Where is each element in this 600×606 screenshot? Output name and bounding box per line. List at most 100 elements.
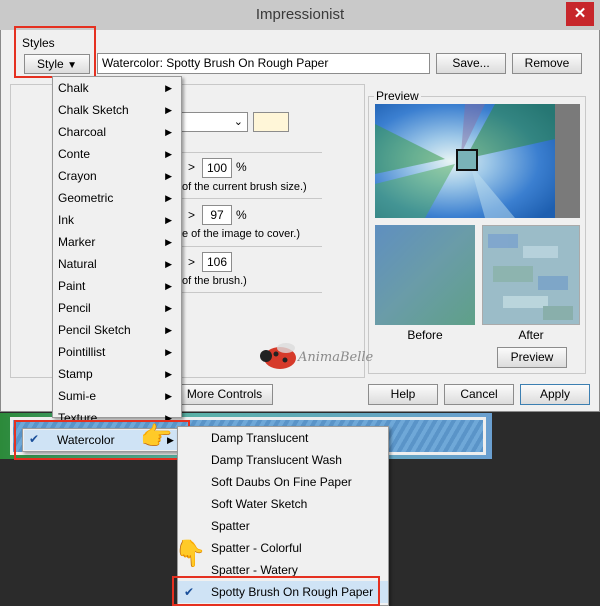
brush-size-input[interactable]: 100 [202,158,232,178]
style-menu-item[interactable]: Pencil Sketch ▶ [53,319,181,341]
style-menu-item[interactable]: Charcoal ▶ [53,121,181,143]
increment-arrow[interactable]: > [188,208,195,222]
submenu-arrow-icon: ▶ [165,83,172,93]
style-menu-item-label: Pointillist [58,345,106,359]
increment-arrow[interactable]: > [188,160,195,174]
option-dropdown[interactable]: ⌄ [180,112,248,132]
after-thumbnail [482,225,580,325]
apply-button[interactable]: Apply [520,384,590,405]
unit-label: % [236,160,247,174]
style-menu-item[interactable]: Sumi-e ▶ [53,385,181,407]
style-menu-item[interactable]: Stamp ▶ [53,363,181,385]
submenu-arrow-icon: ▶ [165,325,172,335]
style-menu-item[interactable]: Paint ▶ [53,275,181,297]
submenu-arrow-icon: ▶ [165,281,172,291]
style-menu-item-label: Paint [58,279,86,293]
increment-arrow[interactable]: > [188,255,195,269]
chevron-down-icon: ⌄ [233,116,243,128]
remove-button[interactable]: Remove [512,53,582,74]
dialog-title: Impressionist [255,6,345,23]
style-menu: Chalk ▶ Chalk Sketch ▶ Charcoal ▶ Conte ▶ Crayon… [52,76,182,425]
color-swatch[interactable] [253,112,289,132]
submenu-arrow-icon: ▶ [165,171,172,181]
hint-text: of the brush.) [182,275,247,287]
style-menu-item-label: Pencil Sketch [58,323,131,337]
style-menu-item[interactable]: Marker ▶ [53,231,181,253]
style-menu-item[interactable]: Crayon ▶ [53,165,181,187]
preview-button[interactable]: Preview [497,347,567,368]
style-menu-item-label: Conte [58,147,91,161]
style-menu-item[interactable]: Pointillist ▶ [53,341,181,363]
submenu-arrow-icon: ▶ [165,127,172,137]
divider [180,292,322,293]
brush-param-input[interactable]: 106 [202,252,232,272]
help-button[interactable]: Help [368,384,438,405]
style-menu-item-label: Chalk [58,81,89,95]
save-button[interactable]: Save... [436,53,506,74]
spotty-brush-highlight-box [172,576,380,606]
before-thumbnail [375,225,475,325]
style-menu-item-label: Chalk Sketch [58,103,129,117]
close-button[interactable]: ✕ [566,2,594,26]
style-menu-item[interactable]: Conte ▶ [53,143,181,165]
style-menu-item[interactable]: Ink ▶ [53,209,181,231]
cancel-button[interactable]: Cancel [444,384,514,405]
style-menu-item-label: Marker [58,235,96,249]
watercolor-submenu-item-label: Soft Daubs On Fine Paper [211,475,352,489]
watercolor-submenu-item[interactable]: Spatter [178,515,388,537]
ladybug-icon [260,343,296,369]
submenu-arrow-icon: ▶ [165,237,172,247]
style-menu-item[interactable]: Geometric ▶ [53,187,181,209]
submenu-arrow-icon: ▶ [165,347,172,357]
submenu-arrow-icon: ▶ [165,215,172,225]
submenu-arrow-icon: ▶ [165,149,172,159]
hint-text: e of the image to cover.) [182,228,301,240]
submenu-arrow-icon: ▶ [165,303,172,313]
style-menu-item-label: Ink [58,213,75,227]
watercolor-submenu-item[interactable]: Soft Water Sketch [178,493,388,515]
watermark: AnimaBelle [252,338,373,374]
hint-text: of the current brush size.) [182,181,307,193]
watercolor-submenu-item-label: Damp Translucent [211,431,309,445]
preview-image [375,104,580,218]
submenu-arrow-icon: ▶ [165,193,172,203]
watercolor-submenu-item[interactable]: Spatter - Colorful [178,537,388,559]
styles-highlight-box [14,26,96,78]
watercolor-submenu-item[interactable]: Damp Translucent [178,427,388,449]
style-menu-item-label: Charcoal [58,125,107,139]
before-label: Before [407,328,443,342]
style-menu-item[interactable]: Chalk Sketch ▶ [53,99,181,121]
submenu-arrow-icon: ▶ [165,391,172,401]
divider [180,198,322,199]
more-controls-button[interactable]: More Controls [176,384,273,405]
watercolor-submenu-item[interactable]: Damp Translucent Wash [178,449,388,471]
style-name-field[interactable]: Watercolor: Spotty Brush On Rough Paper [97,53,430,74]
style-menu-item-label: Sumi-e [58,389,97,403]
watercolor-submenu-item-label: Damp Translucent Wash [211,453,342,467]
watercolor-submenu-item-label: Soft Water Sketch [211,497,308,511]
unit-label: % [236,208,247,222]
divider [180,152,322,153]
pointing-hand-icon: 👉 [140,421,173,451]
style-menu-item-label: Stamp [58,367,93,381]
preview-title: Preview [374,89,421,103]
coverage-input[interactable]: 97 [202,205,232,225]
style-menu-item-label: Pencil [58,301,91,315]
preview-navigator[interactable] [375,104,580,218]
style-menu-item[interactable]: Natural ▶ [53,253,181,275]
watercolor-submenu-item[interactable]: Soft Daubs On Fine Paper [178,471,388,493]
style-menu-item-label: Natural [58,257,97,271]
watercolor-submenu-item-label: Spatter - Colorful [211,541,302,555]
style-menu-item-label: Geometric [58,191,114,205]
submenu-arrow-icon: ▶ [165,105,172,115]
submenu-arrow-icon: ▶ [165,369,172,379]
submenu-arrow-icon: ▶ [165,259,172,269]
after-label: After [518,328,544,342]
divider [180,246,322,247]
watermark-text: AnimaBelle [298,350,374,365]
style-menu-item[interactable]: Chalk ▶ [53,77,181,99]
watercolor-submenu-item-label: Spatter [211,519,250,533]
style-menu-item-label: Crayon [58,169,97,183]
pointing-hand-icon: 👇 [174,538,207,568]
style-menu-item[interactable]: Pencil ▶ [53,297,181,319]
